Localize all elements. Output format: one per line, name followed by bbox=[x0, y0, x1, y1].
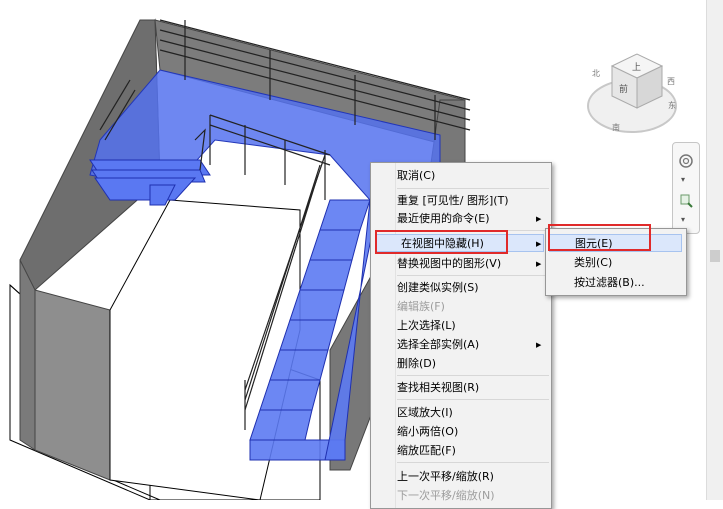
menu-item-select-all-instances[interactable]: 选择全部实例(A) bbox=[397, 336, 547, 354]
menu-separator bbox=[397, 399, 549, 400]
chevron-down-icon[interactable]: ▾ bbox=[681, 215, 685, 224]
compass-south: 南 bbox=[612, 122, 620, 132]
menu-separator bbox=[397, 188, 549, 189]
submenu-arrow-icon: ▶ bbox=[536, 215, 542, 223]
menu-separator bbox=[397, 375, 549, 376]
compass-east: 东 bbox=[668, 100, 676, 110]
steering-wheel-icon[interactable] bbox=[676, 151, 696, 171]
menu-separator bbox=[397, 275, 549, 276]
menu-item-repeat[interactable]: 重复 [可见性/ 图形](T) bbox=[397, 192, 547, 210]
submenu-arrow-icon: ▶ bbox=[536, 260, 542, 268]
menu-item-cancel[interactable]: 取消(C) bbox=[397, 167, 547, 185]
menu-item-recent-commands[interactable]: 最近使用的命令(E) bbox=[397, 210, 547, 228]
menu-item-zoom-region[interactable]: 区域放大(I) bbox=[397, 404, 547, 422]
menu-separator bbox=[397, 462, 549, 463]
viewcube[interactable]: 上 前 北 东 南 西 bbox=[582, 46, 682, 146]
menu-item-override-graphics[interactable]: 替换视图中的图形(V) bbox=[397, 255, 547, 273]
submenu-arrow-icon: ▶ bbox=[536, 240, 542, 248]
menu-item-find-referring-views[interactable]: 查找相关视图(R) bbox=[397, 379, 547, 397]
vertical-scrollbar[interactable] bbox=[706, 0, 723, 500]
submenu-arrow-icon: ▶ bbox=[536, 341, 542, 349]
chevron-down-icon[interactable]: ▾ bbox=[681, 175, 685, 184]
highlight-box-hide-in-view bbox=[375, 230, 508, 254]
cube-top-label: 上 bbox=[632, 62, 641, 73]
scrollbar-thumb[interactable] bbox=[710, 250, 720, 262]
compass-west: 西 bbox=[667, 77, 675, 86]
menu-item-previous-pan-zoom[interactable]: 上一次平移/缩放(R) bbox=[397, 468, 547, 486]
menu-item-edit-family: 编辑族(F) bbox=[397, 300, 445, 313]
context-menu: 取消(C) 重复 [可见性/ 图形](T) 最近使用的命令(E) ▶ 在视图中隐… bbox=[370, 162, 552, 509]
compass-north: 北 bbox=[592, 69, 600, 78]
submenu-item-category[interactable]: 类别(C) bbox=[574, 254, 684, 272]
menu-item-zoom-to-fit[interactable]: 缩放匹配(F) bbox=[397, 442, 547, 460]
menu-item-zoom-out-2x[interactable]: 缩小两倍(O) bbox=[397, 423, 547, 441]
menu-item-create-similar[interactable]: 创建类似实例(S) bbox=[397, 279, 547, 297]
navigation-bar: ▾ ▾ bbox=[672, 142, 700, 234]
menu-item-delete[interactable]: 删除(D) bbox=[397, 355, 547, 373]
menu-item-last-selection[interactable]: 上次选择(L) bbox=[397, 317, 547, 335]
zoom-icon[interactable] bbox=[676, 191, 696, 211]
submenu-item-by-filter[interactable]: 按过滤器(B)... bbox=[574, 274, 684, 292]
menu-gutter bbox=[371, 163, 396, 508]
left-wall-face bbox=[34, 289, 111, 481]
highlight-box-elements bbox=[548, 224, 651, 251]
menu-item-next-pan-zoom: 下一次平移/缩放(N) bbox=[397, 489, 495, 502]
cube-front-label: 前 bbox=[619, 83, 628, 95]
